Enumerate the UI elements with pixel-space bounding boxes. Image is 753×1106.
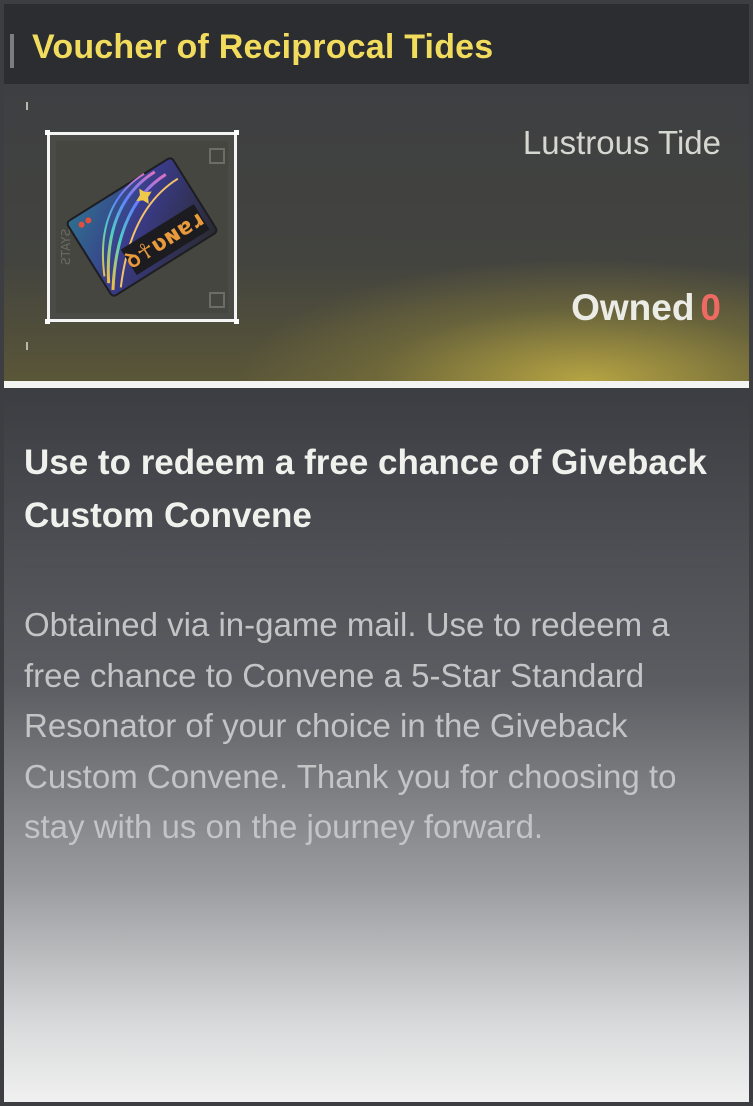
owned-label: Owned xyxy=(571,287,695,328)
item-title: Voucher of Reciprocal Tides xyxy=(32,28,494,66)
item-icon-frame: ꝺ☥ʋɴɐɹ ƧTAYƧ xyxy=(45,130,239,324)
svg-text:ƧTAYƧ: ƧTAYƧ xyxy=(59,229,73,265)
frame-corner-dot xyxy=(234,130,239,135)
corner-mark-bottom xyxy=(26,342,36,350)
title-accent-bar xyxy=(10,34,14,68)
frame-corner-dot xyxy=(45,319,50,324)
item-detail-panel: Voucher of Reciprocal Tides ꝺ☥ʋɴɐɹ ƧTAYƧ… xyxy=(0,0,753,1106)
item-category: Lustrous Tide xyxy=(522,124,721,161)
corner-mark-top xyxy=(26,102,36,110)
frame-corner-dot xyxy=(234,319,239,324)
item-header: ꝺ☥ʋɴɐɹ ƧTAYƧ Lustrous Tide Owned 0 xyxy=(4,84,749,381)
owned-count: 0 xyxy=(700,287,721,328)
voucher-card-icon: ꝺ☥ʋɴɐɹ ƧTAYƧ xyxy=(56,141,228,313)
title-bar: Voucher of Reciprocal Tides xyxy=(4,4,749,84)
header-divider xyxy=(4,381,749,388)
item-description: Obtained via in-game mail. Use to redeem… xyxy=(24,606,677,845)
section-divider xyxy=(25,566,725,568)
item-summary: Use to redeem a free chance of Giveback … xyxy=(24,443,707,535)
owned-row: Owned 0 xyxy=(571,287,721,329)
